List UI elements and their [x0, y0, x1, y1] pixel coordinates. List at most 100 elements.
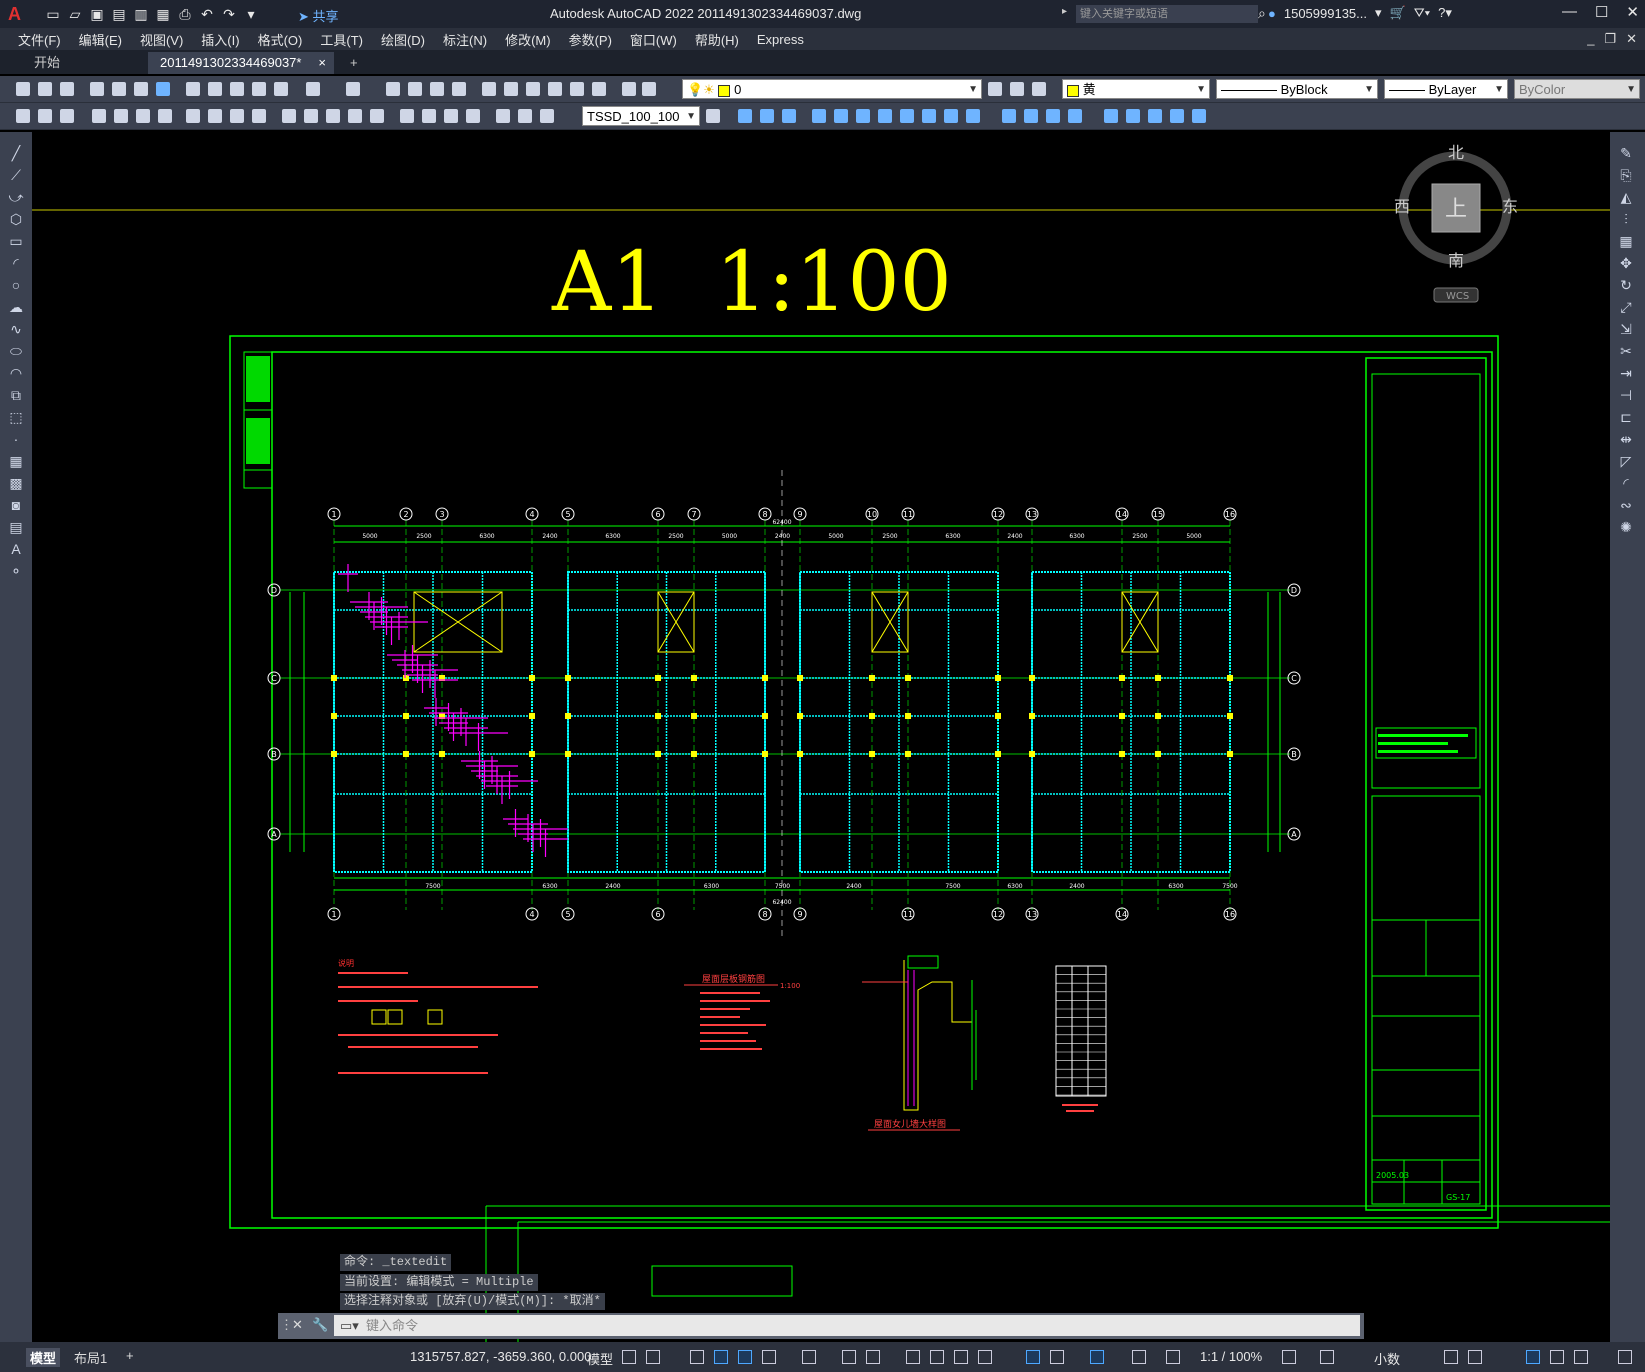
- new-file-icon[interactable]: ▭: [44, 5, 62, 23]
- point-icon[interactable]: ·: [7, 430, 25, 448]
- add-selected-icon[interactable]: ⚬: [7, 562, 25, 580]
- menu-item-file[interactable]: 文件(F): [18, 30, 61, 49]
- infer-constraints-icon[interactable]: [688, 1348, 706, 1366]
- ortho-mode-icon[interactable]: [736, 1348, 754, 1366]
- array-icon[interactable]: [832, 107, 850, 125]
- circle-icon[interactable]: ○: [7, 276, 25, 294]
- jogged-icon[interactable]: [206, 107, 224, 125]
- continue-icon[interactable]: [324, 107, 342, 125]
- annotation-monitor-icon[interactable]: [1318, 1348, 1336, 1366]
- menu-item-help[interactable]: 帮助(H): [695, 30, 739, 49]
- plot-preview-icon[interactable]: [110, 80, 128, 98]
- quick-dimension-icon[interactable]: [280, 107, 298, 125]
- dimstyle-dropdown[interactable]: TSSD_100_100 ▼: [582, 106, 700, 126]
- drawing-canvas[interactable]: A1 1:100 2005.03 GS-17 1 2 3 4 5 6 7 8 9 10 11 12 13…: [32, 130, 1610, 1342]
- menu-item-modify[interactable]: 修改(M): [505, 30, 551, 49]
- layer-state-icon[interactable]: [1030, 80, 1048, 98]
- calculator-icon[interactable]: [590, 80, 608, 98]
- menu-item-tools[interactable]: 工具(T): [320, 30, 363, 49]
- arc-icon[interactable]: ◜: [7, 254, 25, 272]
- close-icon[interactable]: ✕: [1626, 3, 1639, 21]
- plot-icon[interactable]: ⎙: [176, 5, 194, 23]
- edit-polyline-icon[interactable]: [1168, 107, 1186, 125]
- zoom-window-icon[interactable]: [428, 80, 446, 98]
- zoom-realtime-icon[interactable]: [406, 80, 424, 98]
- chevron-right-icon[interactable]: ▸: [1062, 6, 1067, 17]
- user-name[interactable]: 1505999135...: [1284, 6, 1367, 21]
- draworder-icon[interactable]: [1190, 107, 1208, 125]
- cursor-coordinates[interactable]: 1315757.827, -3659.360, 0.000: [410, 1349, 591, 1364]
- join-icon[interactable]: ⇹: [1617, 430, 1635, 448]
- ordinate-icon[interactable]: [156, 107, 174, 125]
- selection-cycling-icon[interactable]: [952, 1348, 970, 1366]
- menu-item-express[interactable]: Express: [757, 32, 804, 47]
- extend-icon[interactable]: ⇥: [1617, 364, 1635, 382]
- join-icon[interactable]: [1022, 107, 1040, 125]
- dimension-update-icon[interactable]: [538, 107, 556, 125]
- tool-palettes-icon[interactable]: [524, 80, 542, 98]
- autocad-logo-icon[interactable]: A: [8, 4, 30, 25]
- grid-icon[interactable]: [620, 1348, 638, 1366]
- transparency-icon[interactable]: [928, 1348, 946, 1366]
- maximize-icon[interactable]: ☐: [1595, 3, 1608, 21]
- lock-ui-icon[interactable]: [1466, 1348, 1484, 1366]
- gizmo-icon[interactable]: [1088, 1348, 1106, 1366]
- save-icon[interactable]: [58, 80, 76, 98]
- cart-icon[interactable]: 🛒: [1390, 5, 1406, 21]
- make-current-layer-icon[interactable]: [986, 80, 1004, 98]
- extend-icon[interactable]: [964, 107, 982, 125]
- mirror-icon[interactable]: ◭: [1617, 188, 1635, 206]
- save-web-icon[interactable]: ▦: [154, 5, 172, 23]
- plotstyle-dropdown[interactable]: ByColor ▼: [1514, 79, 1640, 99]
- ellipse-arc-icon[interactable]: ◠: [7, 364, 25, 382]
- make-block-icon[interactable]: ⬚: [7, 408, 25, 426]
- graphics-performance-icon[interactable]: [1548, 1348, 1566, 1366]
- lineweight-dropdown[interactable]: ByLayer ▼: [1384, 79, 1508, 99]
- customization-menu-icon[interactable]: [1616, 1348, 1634, 1366]
- move-icon[interactable]: [854, 107, 872, 125]
- doc-close-icon[interactable]: ✕: [1626, 31, 1637, 47]
- color-dropdown[interactable]: 黄 ▼: [1062, 79, 1210, 99]
- move-icon[interactable]: ✥: [1617, 254, 1635, 272]
- user-icon[interactable]: ●: [1268, 6, 1276, 21]
- command-prompt-icon[interactable]: ▭▾: [340, 1315, 359, 1336]
- redo-icon[interactable]: ↷: [220, 5, 238, 23]
- pan-icon[interactable]: [384, 80, 402, 98]
- copy-object-icon[interactable]: [758, 107, 776, 125]
- design-center-icon[interactable]: [502, 80, 520, 98]
- annotation-visibility-icon[interactable]: [1130, 1348, 1148, 1366]
- radius-dimension-icon[interactable]: [184, 107, 202, 125]
- undo-icon[interactable]: [304, 80, 322, 98]
- layer-properties-icon[interactable]: [640, 80, 658, 98]
- angular-dimension-icon[interactable]: [250, 107, 268, 125]
- save-icon[interactable]: ▣: [88, 5, 106, 23]
- menu-item-format[interactable]: 格式(O): [258, 30, 303, 49]
- fillet-icon[interactable]: ◜: [1617, 474, 1635, 492]
- gradient-icon[interactable]: ▩: [7, 474, 25, 492]
- array-icon[interactable]: ▦: [1617, 232, 1635, 250]
- auto-scale-icon[interactable]: [1164, 1348, 1182, 1366]
- open-icon[interactable]: [36, 80, 54, 98]
- compass-east[interactable]: 东: [1502, 197, 1518, 216]
- menu-item-view[interactable]: 视图(V): [140, 30, 183, 49]
- multiline-text-icon[interactable]: A: [7, 540, 25, 558]
- explode-icon[interactable]: [1102, 107, 1120, 125]
- rotate-icon[interactable]: [876, 107, 894, 125]
- ellipse-icon[interactable]: ⬭: [7, 342, 25, 360]
- chamfer-icon[interactable]: ◸: [1617, 452, 1635, 470]
- scale-icon[interactable]: [898, 107, 916, 125]
- polyline-icon[interactable]: ⤻: [7, 188, 25, 206]
- break-at-point-icon[interactable]: ⊣: [1617, 386, 1635, 404]
- dimension-edit-icon[interactable]: [494, 107, 512, 125]
- break-icon[interactable]: ⊏: [1617, 408, 1635, 426]
- offset-icon[interactable]: ⫶: [1617, 210, 1635, 228]
- save-as-icon[interactable]: ▤: [110, 5, 128, 23]
- compass-north[interactable]: 北: [1448, 143, 1464, 162]
- cut-icon[interactable]: [184, 80, 202, 98]
- isolate-objects-icon[interactable]: [1524, 1348, 1542, 1366]
- break-icon[interactable]: [1000, 107, 1018, 125]
- open-file-icon[interactable]: ▱: [66, 5, 84, 23]
- redo-icon[interactable]: [344, 80, 362, 98]
- customize-icon[interactable]: 🔧: [312, 1317, 328, 1333]
- layer-dropdown[interactable]: 💡☀ 0 ▼: [682, 79, 982, 99]
